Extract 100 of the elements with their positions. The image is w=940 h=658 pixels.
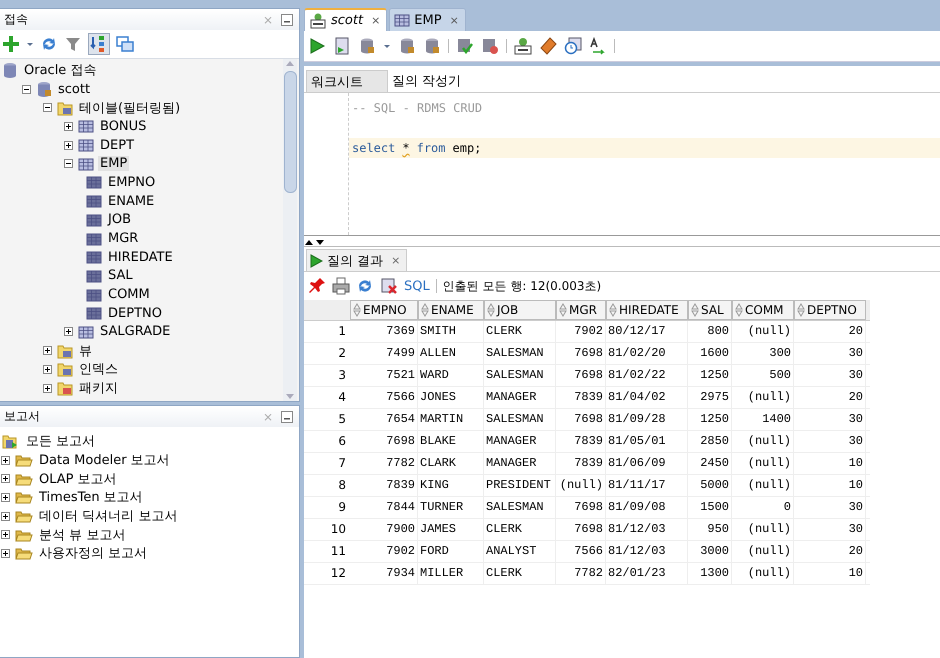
tree-item[interactable]: SAL xyxy=(106,268,135,284)
table-cell: 81/09/28 xyxy=(606,409,688,430)
table-cell: 82/01/23 xyxy=(606,563,688,584)
expander-icon[interactable] xyxy=(43,103,55,112)
column-header[interactable]: MGR xyxy=(556,300,606,320)
column-header[interactable]: DEPTNO xyxy=(794,300,866,320)
editor-tab[interactable]: scott × xyxy=(304,8,388,31)
table-cell: MANAGER xyxy=(484,431,556,452)
table-cell: 10 xyxy=(794,453,866,474)
tree-item[interactable]: 분석 뷰 보고서 xyxy=(37,526,128,544)
tree-item[interactable]: JOB xyxy=(106,212,133,228)
sql-link[interactable]: SQL xyxy=(404,278,430,294)
expander-icon[interactable] xyxy=(64,140,76,150)
expander-icon[interactable] xyxy=(64,122,76,131)
table-cell: (null) xyxy=(732,563,794,584)
column-header[interactable]: JOB xyxy=(484,300,556,320)
table-cell: 7698 xyxy=(556,365,606,386)
tree-item[interactable]: 인덱스 xyxy=(77,360,120,378)
minimize-icon[interactable] xyxy=(281,14,293,26)
scrollbar-thumb[interactable] xyxy=(284,71,296,193)
document-icon[interactable] xyxy=(333,37,351,55)
tree-item[interactable]: HIREDATE xyxy=(106,250,175,265)
table-cell: 30 xyxy=(794,365,866,386)
eraser-icon[interactable] xyxy=(539,37,557,55)
expander-icon[interactable] xyxy=(1,492,13,502)
tree-item[interactable]: TimesTen 보고서 xyxy=(37,488,145,506)
results-tab[interactable]: 질의 결과 × xyxy=(306,249,408,271)
splitter-arrows-icon[interactable] xyxy=(304,239,326,246)
tree-item[interactable]: MGR xyxy=(106,231,140,246)
database-icon[interactable] xyxy=(398,37,416,55)
table-cell: (null) xyxy=(732,475,794,496)
table-cell: 500 xyxy=(732,365,794,386)
expander-icon[interactable] xyxy=(1,530,13,540)
column-header[interactable]: SAL xyxy=(688,300,732,320)
tree-item[interactable]: EMPNO xyxy=(106,174,158,190)
run-icon xyxy=(309,252,323,268)
tree-item[interactable]: BONUS xyxy=(98,118,148,134)
expander-icon[interactable] xyxy=(43,346,55,356)
tree-item[interactable]: DEPTNO xyxy=(106,306,164,321)
table-cell: 81/12/03 xyxy=(606,541,688,562)
tree-item[interactable]: 테이블(필터링됨) xyxy=(77,98,182,117)
column-header[interactable]: COMM xyxy=(732,300,794,320)
clock-icon[interactable] xyxy=(564,37,582,55)
table-cell: 81/02/22 xyxy=(606,365,688,386)
expander-icon[interactable] xyxy=(64,159,76,168)
folder-icon xyxy=(57,380,73,396)
editor-tab[interactable]: EMP × xyxy=(389,8,466,31)
sort-icon xyxy=(353,303,361,317)
expander-icon[interactable] xyxy=(64,327,76,336)
pin-icon[interactable] xyxy=(308,277,326,295)
column-header[interactable]: EMPNO xyxy=(350,300,418,320)
cancel-icon[interactable] xyxy=(380,277,398,295)
table-cell: (null) xyxy=(732,541,794,562)
tree-item[interactable]: 데이터 딕셔너리 보고서 xyxy=(37,507,180,526)
minimize-icon[interactable] xyxy=(281,410,293,422)
table-cell: 81/05/01 xyxy=(606,431,688,452)
folder-icon xyxy=(57,361,73,378)
expander-icon[interactable] xyxy=(1,512,13,521)
table-cell: 7566 xyxy=(556,541,606,562)
column-header[interactable]: ENAME xyxy=(418,300,484,320)
tree-item[interactable]: EMP xyxy=(98,156,130,172)
commit-icon[interactable] xyxy=(456,37,474,55)
table-cell: 7844 xyxy=(350,497,418,518)
windows-icon[interactable] xyxy=(116,35,134,53)
tree-item[interactable]: 모든 보고서 xyxy=(24,432,98,450)
tree-item[interactable]: 패키지 xyxy=(77,379,120,398)
tree-item[interactable]: SALGRADE xyxy=(98,324,172,340)
worksheet-tab[interactable]: 질의 작성기 xyxy=(388,70,474,92)
run-icon[interactable] xyxy=(308,37,326,55)
printer-icon[interactable] xyxy=(332,277,350,295)
table-cell: 2450 xyxy=(688,453,732,474)
worksheet-tab[interactable]: 워크시트 xyxy=(306,70,388,92)
filter-icon[interactable] xyxy=(64,35,82,53)
column-header[interactable]: HIREDATE xyxy=(606,300,688,320)
sort-icon xyxy=(487,303,495,317)
tree-item[interactable]: Data Modeler 보고서 xyxy=(37,451,172,470)
expander-icon[interactable] xyxy=(43,384,55,393)
tree-item[interactable]: Oracle 접속 xyxy=(22,61,98,80)
tree-item[interactable]: 사용자정의 보고서 xyxy=(37,544,150,562)
tree-item[interactable]: 뷰 xyxy=(77,342,94,360)
expander-icon[interactable] xyxy=(43,364,55,374)
expander-icon[interactable] xyxy=(22,84,34,94)
tree-item[interactable]: DEPT xyxy=(98,138,136,153)
database-icon xyxy=(36,81,52,98)
tree-item[interactable]: OLAP 보고서 xyxy=(37,470,119,488)
expander-icon[interactable] xyxy=(1,456,13,465)
tree-item[interactable]: scott xyxy=(56,82,92,97)
row-number: 7 xyxy=(337,455,347,472)
expander-icon[interactable] xyxy=(1,548,13,558)
tree-item[interactable]: ENAME xyxy=(106,194,156,209)
rollback-icon[interactable] xyxy=(481,37,499,55)
schema-icon[interactable] xyxy=(88,33,110,55)
sql-icon[interactable] xyxy=(514,37,532,55)
database-icon[interactable] xyxy=(358,37,376,55)
tree-item[interactable]: COMM xyxy=(106,287,152,302)
font-case-icon[interactable] xyxy=(589,37,607,55)
add-icon[interactable] xyxy=(2,35,20,53)
expander-icon[interactable] xyxy=(1,474,13,484)
folder-icon xyxy=(57,342,73,359)
database-icon[interactable] xyxy=(423,37,441,55)
